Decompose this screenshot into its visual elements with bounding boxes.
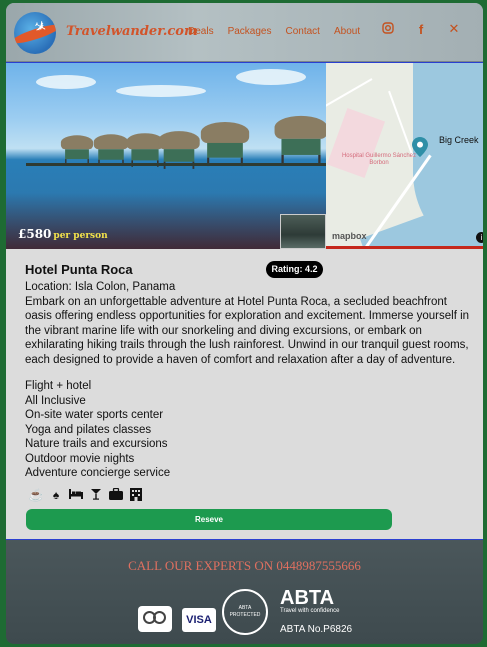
amenity-icons: ☕ ♠ <box>28 487 144 504</box>
brand-name[interactable]: Travelwander.com <box>66 24 198 39</box>
x-icon[interactable]: ✕ <box>446 21 462 39</box>
feature-item: Flight + hotel <box>25 380 92 392</box>
price-suffix: per person <box>53 231 108 241</box>
nav-deals[interactable]: Deals <box>188 26 214 37</box>
facebook-icon[interactable]: f <box>413 21 429 39</box>
map-place-label: Big Creek <box>439 135 479 145</box>
main-nav: Deals Packages Contact About <box>188 26 360 37</box>
feature-list: Flight + hotel All Inclusive On-site wat… <box>25 379 170 481</box>
visa-logo: VISA <box>182 608 216 632</box>
mapbox-logo[interactable]: mapbox <box>332 231 367 241</box>
hotel-icon <box>128 488 144 504</box>
location-map[interactable]: Hospital Guillermo Sánchez Borbon Big Cr… <box>326 63 483 249</box>
nav-contact[interactable]: Contact <box>286 26 320 37</box>
hotel-photo: £580 per person <box>6 63 326 249</box>
trust-badges: VISA ABTA PROTECTED ABTA Travel with conf… <box>136 581 376 641</box>
hotel-description: Embark on an unforgettable adventure at … <box>25 295 470 366</box>
feature-item: All Inclusive <box>25 394 86 407</box>
briefcase-icon <box>108 487 124 504</box>
gallery-thumbnail[interactable] <box>280 214 326 249</box>
feature-item: Yoga and pilates classes <box>25 423 152 436</box>
reserve-button[interactable]: Reseve <box>26 509 392 530</box>
map-poi-label: Hospital Guillermo Sánchez Borbon <box>341 153 417 166</box>
feature-item: Adventure concierge service <box>25 467 171 479</box>
abta-logo: ABTA Travel with confidence ABTA No.P682… <box>280 587 352 635</box>
feature-item: On-site water sports center <box>25 409 164 421</box>
mastercard-icon <box>138 606 172 632</box>
feature-item: Outdoor movie nights <box>25 452 135 465</box>
hotel-location: Location: Isla Colon, Panama <box>25 281 176 293</box>
call-experts-text[interactable]: CALL OUR EXPERTS ON 0448987555666 <box>6 558 483 574</box>
coffee-icon: ☕ <box>28 488 44 502</box>
feature-item: Nature trails and excursions <box>25 438 168 450</box>
map-info-icon[interactable]: i <box>476 232 483 243</box>
hero-section: £580 per person Hospital Guillermo Sánche… <box>6 62 483 249</box>
rating-badge: Rating: 4.2 <box>266 261 323 278</box>
ice-cream-icon: ♠ <box>52 488 60 502</box>
hotel-card: Hotel Punta Roca Rating: 4.2 Location: I… <box>6 249 483 540</box>
bed-icon <box>68 488 84 504</box>
cocktail-icon <box>88 488 104 504</box>
brand-logo[interactable]: ✈ <box>14 12 56 54</box>
price-amount: £580 <box>18 227 52 241</box>
hotel-name: Hotel Punta Roca <box>25 262 133 277</box>
abta-wordmark: ABTA <box>280 587 335 609</box>
price-label: £580 per person <box>18 227 108 241</box>
abta-number: ABTA No.P6826 <box>280 624 353 635</box>
hotel-details: Location: Isla Colon, Panama Embark on a… <box>25 280 470 367</box>
site-header: ✈ Travelwander.com Deals Packages Contac… <box>6 3 483 61</box>
social-links: f ✕ <box>380 21 462 39</box>
nav-about[interactable]: About <box>334 26 360 37</box>
abta-protected-seal-icon: ABTA PROTECTED <box>222 589 268 635</box>
instagram-icon[interactable] <box>380 21 396 39</box>
abta-tagline: Travel with confidence <box>280 608 340 614</box>
page-frame: ✈ Travelwander.com Deals Packages Contac… <box>6 3 483 644</box>
nav-packages[interactable]: Packages <box>228 26 272 37</box>
